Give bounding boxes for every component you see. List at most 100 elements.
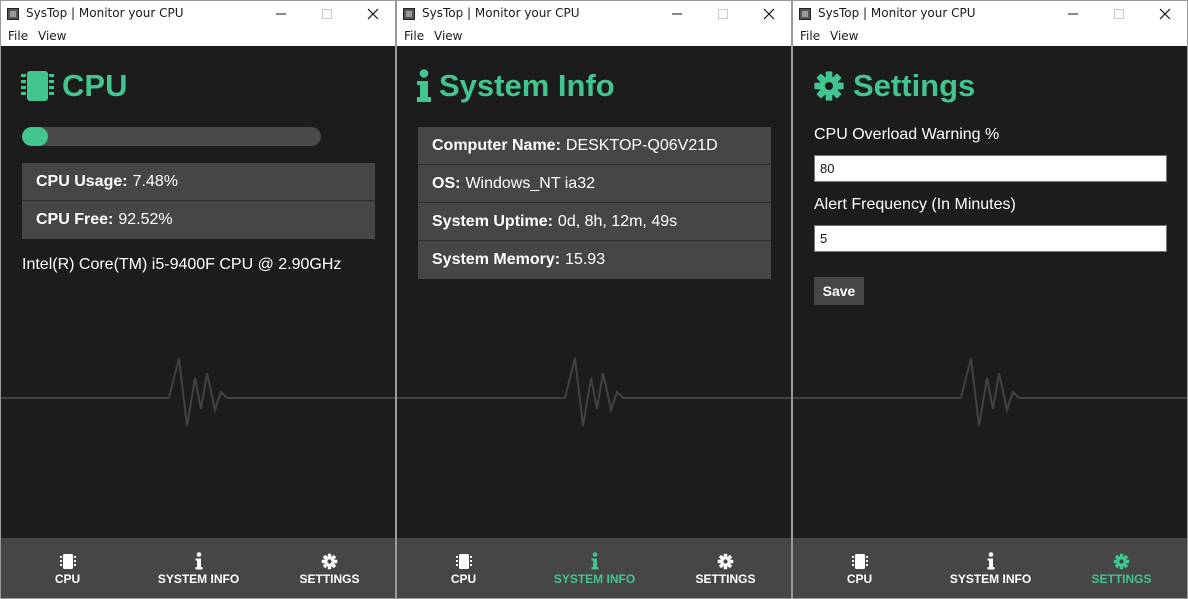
settings-page: Settings CPU Overload Warning % Alert Fr… — [793, 46, 1187, 538]
close-button[interactable] — [350, 2, 395, 26]
menu-file[interactable]: File — [404, 29, 424, 43]
nav-label: SETTINGS — [695, 572, 756, 586]
row-value: 92.52% — [118, 211, 173, 228]
nav-settings[interactable]: SETTINGS — [660, 538, 791, 598]
menu-bar: File View — [397, 27, 791, 46]
close-button[interactable] — [746, 2, 791, 26]
nav-label: SYSTEM INFO — [949, 572, 1032, 586]
cpu-progress-fill — [22, 127, 48, 146]
info-icon — [987, 552, 994, 570]
nav-settings[interactable]: SETTINGS — [1056, 538, 1187, 598]
cpu-overload-label: CPU Overload Warning % — [814, 126, 1000, 143]
row-value: 7.48% — [132, 172, 178, 190]
title-bar[interactable]: SysTop | Monitor your CPU — [793, 1, 1187, 27]
list-item: System Memory: 15.93 — [418, 241, 771, 279]
system-info-window: SysTop | Monitor your CPU File View Syst… — [396, 0, 792, 599]
cpu-window: SysTop | Monitor your CPU File View CPU … — [0, 0, 396, 599]
row-value: Windows_NT ia32 — [465, 174, 595, 192]
nav-settings[interactable]: SETTINGS — [264, 538, 395, 598]
menu-view[interactable]: View — [830, 29, 858, 43]
nav-label: CPU — [54, 572, 81, 586]
row-value: 0d, 8h, 12m, 49s — [557, 212, 678, 230]
maximize-icon — [322, 9, 332, 19]
info-icon — [195, 552, 202, 570]
minimize-button[interactable] — [654, 2, 700, 26]
gear-icon — [1113, 553, 1130, 569]
minimize-button[interactable] — [1050, 2, 1096, 26]
nav-system-info[interactable]: SYSTEM INFO — [529, 538, 660, 598]
maximize-button[interactable] — [1096, 2, 1142, 26]
alert-frequency-input[interactable] — [814, 225, 1167, 252]
page-heading: Settings — [813, 66, 975, 106]
info-icon — [417, 69, 431, 103]
nav-label: SYSTEM INFO — [553, 572, 636, 586]
row-value: 15.93 — [565, 251, 606, 268]
window-title: SysTop | Monitor your CPU — [26, 6, 184, 20]
heartbeat-decoration — [397, 357, 791, 427]
list-item: OS: Windows_NT ia32 — [418, 165, 771, 203]
app-icon — [799, 8, 811, 20]
nav-system-info[interactable]: SYSTEM INFO — [133, 538, 264, 598]
nav-label: SETTINGS — [299, 572, 360, 586]
window-title: SysTop | Monitor your CPU — [818, 6, 976, 20]
row-label: CPU Usage: — [36, 172, 128, 190]
list-item: Computer Name: DESKTOP-Q06V21D — [418, 127, 771, 165]
microchip-icon — [21, 69, 54, 103]
cpu-overload-input[interactable] — [814, 155, 1167, 182]
minimize-button[interactable] — [258, 2, 304, 26]
maximize-icon — [718, 9, 728, 19]
maximize-icon — [1114, 9, 1124, 19]
row-label: System Uptime: — [432, 212, 553, 230]
menu-view[interactable]: View — [38, 29, 66, 43]
gear-icon — [321, 553, 338, 569]
menu-file[interactable]: File — [800, 29, 820, 43]
list-item: CPU Free: 92.52% — [22, 201, 375, 239]
page-title: Settings — [853, 68, 976, 103]
settings-window: SysTop | Monitor your CPU File View Sett… — [792, 0, 1188, 599]
title-bar[interactable]: SysTop | Monitor your CPU — [397, 1, 791, 27]
row-label: OS: — [432, 174, 461, 192]
close-icon — [367, 8, 379, 20]
system-info-page: System Info Computer Name: DESKTOP-Q06V21… — [397, 46, 791, 538]
minimize-icon — [1068, 13, 1078, 15]
close-icon — [1159, 8, 1171, 20]
nav-label: SETTINGS — [1091, 572, 1152, 586]
list-item: System Uptime: 0d, 8h, 12m, 49s — [418, 203, 771, 241]
cpu-stats-list: CPU Usage: 7.48% CPU Free: 92.52% — [22, 163, 375, 239]
title-bar[interactable]: SysTop | Monitor your CPU — [1, 1, 395, 27]
nav-cpu[interactable]: CPU — [398, 538, 529, 598]
page-title: CPU — [62, 68, 128, 103]
info-icon — [591, 552, 598, 570]
nav-cpu[interactable]: CPU — [794, 538, 925, 598]
page-heading: System Info — [417, 66, 615, 106]
app-icon — [7, 8, 19, 20]
heartbeat-decoration — [793, 357, 1187, 427]
list-item: CPU Usage: 7.48% — [22, 163, 375, 201]
save-button[interactable]: Save — [814, 277, 864, 305]
row-label: Computer Name: — [432, 136, 561, 154]
menu-bar: File View — [1, 27, 395, 46]
menu-bar: File View — [793, 27, 1187, 46]
menu-file[interactable]: File — [8, 29, 28, 43]
alert-frequency-label: Alert Frequency (In Minutes) — [814, 196, 1016, 213]
nav-cpu[interactable]: CPU — [2, 538, 133, 598]
row-label: CPU Free: — [36, 211, 114, 228]
maximize-button[interactable] — [304, 2, 350, 26]
heartbeat-decoration — [1, 357, 395, 427]
menu-view[interactable]: View — [434, 29, 462, 43]
nav-label: CPU — [450, 572, 477, 586]
cpu-model-text: Intel(R) Core(TM) i5-9400F CPU @ 2.90GHz — [22, 256, 342, 273]
close-icon — [763, 8, 775, 20]
nav-system-info[interactable]: SYSTEM INFO — [925, 538, 1056, 598]
page-title: System Info — [439, 68, 615, 103]
close-button[interactable] — [1142, 2, 1187, 26]
minimize-icon — [672, 13, 682, 15]
nav-label: SYSTEM INFO — [157, 572, 240, 586]
minimize-icon — [276, 13, 286, 15]
system-info-list: Computer Name: DESKTOP-Q06V21D OS: Windows… — [418, 127, 771, 279]
bottom-nav: CPU SYSTEM INFO SETTINGS — [397, 538, 791, 598]
maximize-button[interactable] — [700, 2, 746, 26]
window-title: SysTop | Monitor your CPU — [422, 6, 580, 20]
bottom-nav: CPU SYSTEM INFO SETTINGS — [793, 538, 1187, 598]
page-heading: CPU — [21, 66, 127, 106]
